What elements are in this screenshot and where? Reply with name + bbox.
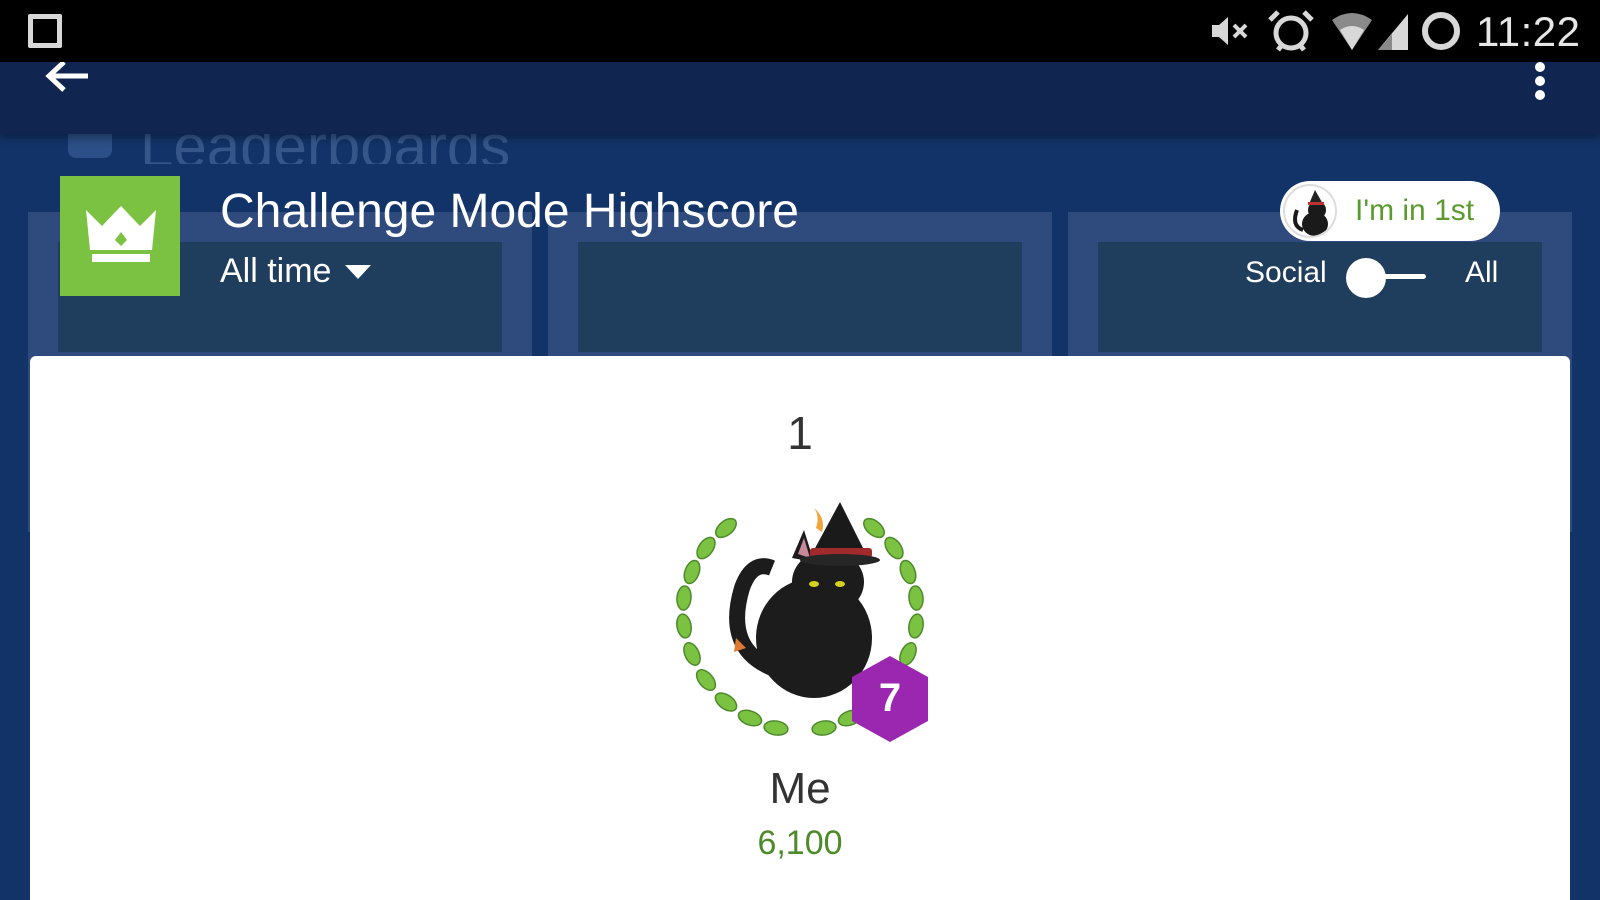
toggle-thumb[interactable] — [1346, 258, 1386, 298]
app-bar — [0, 62, 1600, 134]
social-all-toggle[interactable] — [1346, 258, 1426, 298]
more-vert-icon[interactable] — [1526, 62, 1554, 102]
wifi-icon — [1332, 13, 1408, 50]
timeframe-label: All time — [220, 252, 332, 290]
arrow-left-icon — [45, 62, 88, 92]
caret-down-icon — [345, 264, 372, 279]
avatar — [1283, 184, 1337, 238]
signal-icon — [1378, 14, 1408, 50]
rank-number: 1 — [787, 407, 813, 459]
status-bar: 11:22 — [0, 0, 1600, 62]
my-rank-label: I'm in 1st — [1355, 194, 1475, 227]
timeframe-dropdown[interactable]: All time — [220, 252, 372, 291]
clock: 11:22 — [1476, 8, 1581, 55]
all-filter-label[interactable]: All — [1465, 256, 1498, 290]
player-score: 6,100 — [757, 824, 843, 862]
level-number: 7 — [878, 676, 902, 720]
leaderboard-title: Challenge Mode Highscore — [220, 185, 799, 238]
crown-icon — [86, 206, 156, 262]
cat-avatar-icon — [1293, 190, 1328, 236]
rank-card: 1 7 Me 6,100 — [30, 356, 1570, 900]
my-rank-button[interactable]: I'm in 1st — [1280, 181, 1500, 241]
back-button[interactable] — [44, 62, 96, 92]
sync-icon — [1422, 12, 1460, 50]
alarm-icon — [1268, 10, 1314, 52]
player-name: Me — [769, 764, 831, 813]
leaderboard-badge — [60, 176, 180, 296]
mute-icon — [1212, 17, 1248, 45]
square-icon — [28, 14, 62, 48]
social-filter-label[interactable]: Social — [1245, 256, 1327, 290]
trophy-icon — [68, 134, 112, 158]
